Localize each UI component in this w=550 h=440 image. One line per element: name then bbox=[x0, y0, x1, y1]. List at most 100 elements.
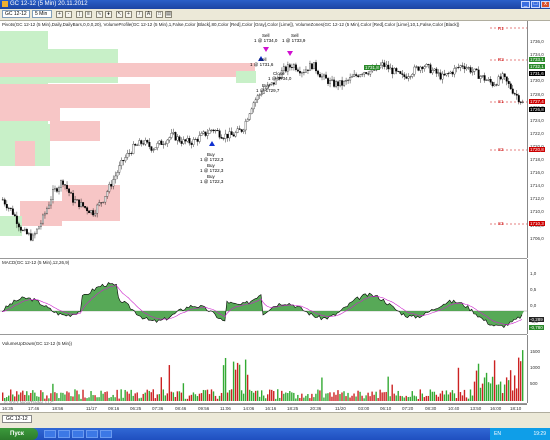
volume-bar bbox=[250, 390, 253, 401]
volume-bar bbox=[365, 395, 367, 401]
volume-bar bbox=[475, 370, 478, 401]
candle-body bbox=[395, 68, 398, 72]
candle-body bbox=[72, 193, 75, 203]
close-button[interactable]: x bbox=[541, 1, 550, 8]
zoom-out-icon[interactable]: - bbox=[65, 11, 72, 18]
volume-bar bbox=[289, 391, 291, 401]
price-tag: 1726,8 bbox=[529, 107, 545, 112]
volume-bar bbox=[98, 397, 100, 401]
candle-body bbox=[9, 207, 12, 209]
volume-bar bbox=[114, 397, 116, 401]
volume-bar bbox=[174, 396, 177, 401]
indicators-icon[interactable]: ∿ bbox=[96, 11, 103, 18]
candle-body bbox=[258, 94, 261, 96]
instrument-selector[interactable]: GC 12-12 bbox=[2, 10, 30, 18]
strategies-icon[interactable]: ♦ bbox=[105, 11, 112, 18]
crosshair-icon[interactable]: + bbox=[125, 11, 132, 18]
macd-pane[interactable]: MACD(GC 12-12 (5 Min),12,26,9) bbox=[0, 259, 527, 335]
volume-bar bbox=[429, 389, 432, 401]
bar-style-icon[interactable]: | bbox=[76, 11, 83, 18]
volume-bar bbox=[128, 393, 130, 401]
start-button[interactable]: Пуск bbox=[0, 428, 38, 440]
volume-bar bbox=[80, 398, 82, 401]
candle-body bbox=[158, 140, 161, 144]
candle-body bbox=[445, 73, 448, 76]
price-axis[interactable]: 1736,0 1734,0 1732,0 1730,0 1728,0 1726,… bbox=[527, 21, 550, 258]
chart-tab-strip: GC 12-12 bbox=[0, 412, 550, 429]
print-icon[interactable]: ▤ bbox=[165, 11, 172, 18]
volume-bar bbox=[395, 395, 397, 401]
volume-bar bbox=[194, 394, 197, 401]
volume-bar bbox=[485, 372, 488, 401]
candle-body bbox=[327, 78, 329, 84]
language-indicator[interactable]: EN bbox=[494, 428, 501, 440]
volume-bar bbox=[64, 394, 66, 401]
chart-properties-icon[interactable]: ≡ bbox=[85, 11, 92, 18]
candle-body bbox=[391, 67, 394, 75]
volume-bar bbox=[74, 389, 76, 401]
macd-axis[interactable]: 1,0 0,5 0,0 -0,5 -0,289 -0,780 bbox=[527, 259, 550, 334]
candle-body bbox=[168, 137, 171, 141]
volume-bar bbox=[279, 397, 281, 401]
candle-body bbox=[48, 204, 50, 209]
volume-bar bbox=[190, 394, 193, 401]
volume-bar bbox=[150, 392, 152, 401]
volume-chart[interactable] bbox=[0, 335, 527, 403]
candle-body bbox=[443, 73, 446, 76]
volume-bar bbox=[212, 391, 215, 401]
volume-bar bbox=[367, 392, 369, 401]
candle-body bbox=[204, 131, 207, 136]
taskbar-app-icon[interactable] bbox=[86, 430, 98, 438]
volume-axis[interactable]: 1500 1000 500 bbox=[527, 335, 550, 403]
candle-body bbox=[341, 80, 344, 86]
candle-body bbox=[180, 141, 183, 144]
macd-chart[interactable] bbox=[0, 259, 527, 334]
candle-body bbox=[172, 132, 175, 134]
volume-bar bbox=[453, 393, 456, 401]
candle-body bbox=[447, 73, 450, 74]
taskbar-app-icon[interactable] bbox=[72, 430, 84, 438]
candle-body bbox=[122, 160, 125, 162]
candle-body bbox=[329, 80, 332, 84]
tab-gc-12-12[interactable]: GC 12-12 bbox=[2, 415, 32, 423]
cursor-icon[interactable]: ↖ bbox=[116, 11, 123, 18]
volume-bar bbox=[273, 391, 275, 401]
drawing-tools-icon[interactable]: / bbox=[136, 11, 143, 18]
volume-bar bbox=[349, 397, 351, 401]
candle-body bbox=[449, 71, 452, 74]
candle-body bbox=[515, 93, 518, 96]
price-pane[interactable]: Pivots(GC 12-12 (5 Min),Daily,DailyBars,… bbox=[0, 21, 527, 259]
candle-body bbox=[62, 180, 64, 185]
candle-body bbox=[218, 130, 221, 138]
candle-body bbox=[232, 134, 235, 137]
candle-body bbox=[463, 66, 466, 70]
volume-bar bbox=[407, 397, 409, 401]
volume-bar bbox=[305, 395, 307, 401]
volume-pane[interactable]: VolumeUpDown(GC 12-12 (5 Min)) bbox=[0, 335, 527, 404]
candle-body bbox=[29, 233, 32, 241]
candle-body bbox=[90, 210, 93, 214]
candle-body bbox=[7, 207, 10, 209]
taskbar-app-icon[interactable] bbox=[44, 430, 56, 438]
snapshot-icon[interactable]: □ bbox=[156, 11, 163, 18]
taskbar-app-icon[interactable] bbox=[100, 430, 112, 438]
zoom-in-icon[interactable]: + bbox=[56, 11, 63, 18]
volume-bar bbox=[206, 389, 209, 401]
taskbar-app-icon[interactable] bbox=[58, 430, 70, 438]
minimize-button[interactable]: _ bbox=[521, 1, 530, 8]
candle-body bbox=[417, 66, 420, 71]
price-tick: 1706,0 bbox=[530, 236, 544, 241]
candle-body bbox=[222, 138, 225, 140]
candle-body bbox=[409, 76, 412, 78]
text-tool-icon[interactable]: A bbox=[145, 11, 152, 18]
timeframe-selector[interactable]: 5 Min bbox=[32, 10, 52, 18]
volume-bar bbox=[275, 398, 277, 401]
candle-body bbox=[21, 230, 24, 232]
volume-bar bbox=[329, 392, 331, 401]
macd-signal-tag: -0,780 bbox=[529, 325, 544, 330]
candle-body bbox=[120, 160, 123, 166]
maximize-button[interactable]: □ bbox=[531, 1, 540, 8]
candle-body bbox=[471, 71, 474, 73]
candle-body bbox=[387, 64, 390, 70]
volume-bar bbox=[385, 391, 387, 401]
